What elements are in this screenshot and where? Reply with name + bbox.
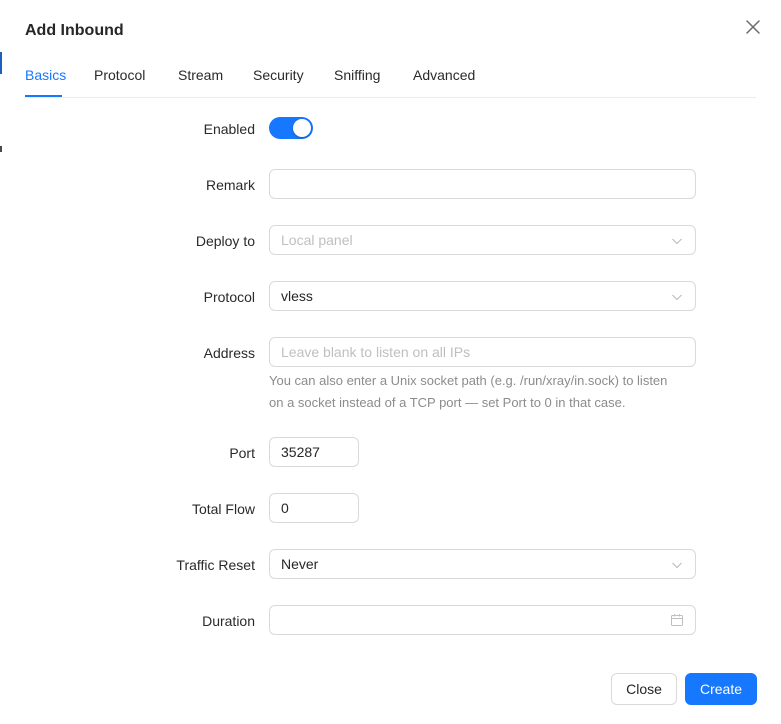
chevron-down-icon [672,562,682,569]
remark-label: Remark [205,177,255,193]
tab-security[interactable]: Security [253,66,304,84]
address-hint-line: on a socket instead of a TCP port — set … [269,395,626,410]
calendar-icon [671,614,683,626]
deploy-to-select[interactable]: Local panel [269,225,696,255]
dialog-title: Add Inbound [25,22,124,39]
address-placeholder: Leave blank to listen on all IPs [281,344,471,360]
traffic-reset-value: Never [281,556,319,572]
remark-input[interactable] [269,169,696,199]
tab-label: Basics [25,67,67,83]
protocol-select[interactable]: vless [269,281,696,311]
background-edge [0,48,2,156]
total-flow-value: 0 [281,500,289,516]
deploy-to-placeholder: Local panel [281,232,353,248]
create-button[interactable]: Create [685,673,757,705]
add-inbound-dialog: Add Inbound Basics Protocol Stream Secur… [0,0,781,724]
chevron-down-icon [672,294,682,301]
port-label: Port [229,445,255,461]
tab-bar: Basics Protocol Stream Security Sniffing… [25,57,756,98]
duration-label: Duration [202,613,255,629]
toggle-knob [293,119,311,137]
total-flow-input[interactable]: 0 [269,493,359,523]
traffic-reset-select[interactable]: Never [269,549,696,579]
protocol-value: vless [281,288,313,304]
deploy-to-label: Deploy to [195,233,255,249]
protocol-label: Protocol [203,289,255,305]
port-value: 35287 [281,444,320,460]
tab-sniffing[interactable]: Sniffing [334,66,380,84]
traffic-reset-label: Traffic Reset [176,557,255,573]
active-tab-indicator [25,95,62,97]
tab-basics[interactable]: Basics [25,66,67,97]
enabled-label: Enabled [203,121,255,137]
tab-stream[interactable]: Stream [178,66,223,84]
close-button[interactable]: Close [611,673,677,705]
address-hint: You can also enter a Unix socket path (e… [269,370,709,414]
duration-picker[interactable] [269,605,696,635]
tab-protocol[interactable]: Protocol [94,66,145,84]
address-hint-line: You can also enter a Unix socket path (e… [269,373,668,388]
port-input[interactable]: 35287 [269,437,359,467]
address-label: Address [203,345,255,361]
close-icon[interactable] [743,17,763,37]
enabled-toggle[interactable] [269,117,313,139]
chevron-down-icon [672,238,682,245]
tab-advanced[interactable]: Advanced [413,66,475,84]
total-flow-label: Total Flow [191,501,255,517]
address-input[interactable]: Leave blank to listen on all IPs [269,337,696,367]
